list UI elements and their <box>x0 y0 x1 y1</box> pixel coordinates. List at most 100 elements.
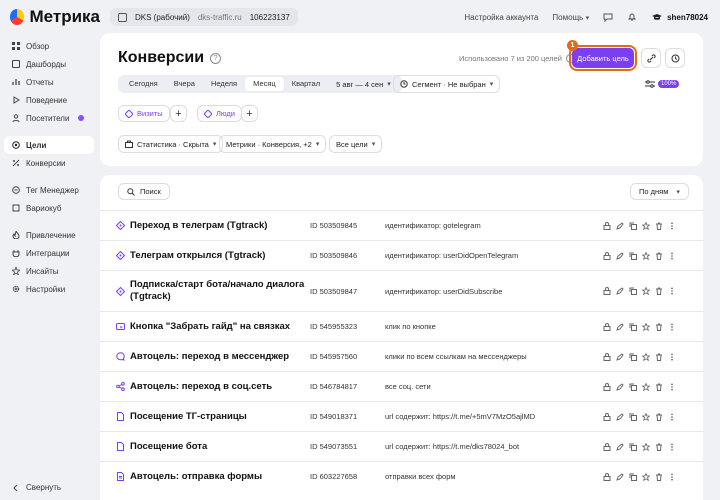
table-row[interactable]: Автоцель: переход в мессенджер ID 545957… <box>100 341 703 371</box>
sidebar-item-acquisition[interactable]: Привлечение <box>4 226 94 244</box>
edit-icon[interactable] <box>616 322 624 331</box>
more-icon[interactable] <box>668 287 676 295</box>
sidebar-item-settings[interactable]: Настройки <box>4 280 94 298</box>
lock-icon[interactable] <box>603 382 611 391</box>
edit-icon[interactable] <box>616 412 624 421</box>
lock-icon[interactable] <box>603 472 611 481</box>
lock-icon[interactable] <box>603 442 611 451</box>
duplicate-icon[interactable] <box>629 252 637 260</box>
help-menu[interactable]: Помощь ▾ <box>552 13 589 22</box>
lock-icon[interactable] <box>603 251 611 260</box>
more-icon[interactable] <box>668 443 676 451</box>
delete-icon[interactable] <box>655 413 663 421</box>
sidebar-item-behavior[interactable]: Поведение <box>4 91 94 109</box>
goal-name[interactable]: Телеграм открылся (Tgtrack) <box>130 250 310 262</box>
history-button[interactable] <box>665 48 685 68</box>
delete-icon[interactable] <box>655 473 663 481</box>
add-people-filter-button[interactable]: + <box>241 105 258 122</box>
table-row[interactable]: Подписка/старт бота/начало диалога (Tgtr… <box>100 270 703 311</box>
more-icon[interactable] <box>668 383 676 391</box>
delete-icon[interactable] <box>655 287 663 295</box>
bell-icon[interactable] <box>627 12 637 22</box>
goal-name[interactable]: Подписка/старт бота/начало диалога (Tgtr… <box>130 279 310 303</box>
lock-icon[interactable] <box>603 287 611 295</box>
duplicate-icon[interactable] <box>629 323 637 331</box>
chat-icon[interactable] <box>603 12 613 22</box>
logo[interactable]: Метрика <box>10 7 100 27</box>
group-by-dropdown[interactable]: По дням ▾ <box>630 183 689 200</box>
account-settings-link[interactable]: Настройка аккаунта <box>464 13 538 22</box>
edit-icon[interactable] <box>616 221 624 230</box>
visits-chip[interactable]: Визиты <box>118 105 170 122</box>
delete-icon[interactable] <box>655 252 663 260</box>
sidebar-item-tag-manager[interactable]: Тег Менеджер <box>4 181 94 199</box>
segment-selector[interactable]: Сегмент · Не выбран ▾ <box>393 75 501 93</box>
duplicate-icon[interactable] <box>629 413 637 421</box>
delete-icon[interactable] <box>655 353 663 361</box>
star-icon[interactable] <box>642 322 650 331</box>
more-icon[interactable] <box>668 473 676 481</box>
table-row[interactable]: Кнопка "Забрать гайд" на связках ID 5459… <box>100 311 703 341</box>
goal-name[interactable]: Посещение бота <box>130 441 310 453</box>
star-icon[interactable] <box>642 251 650 260</box>
edit-icon[interactable] <box>616 287 624 295</box>
add-goal-button[interactable]: Добавить цель <box>569 45 637 71</box>
duplicate-icon[interactable] <box>629 353 637 361</box>
table-row[interactable]: Переход в телеграм (Tgtrack) ID 50350984… <box>100 210 703 240</box>
statistics-dropdown[interactable]: Статистика · Скрыта ▾ <box>118 135 224 153</box>
more-icon[interactable] <box>668 222 676 230</box>
star-icon[interactable] <box>642 352 650 361</box>
sidebar-item-conversions[interactable]: Конверсии <box>4 154 94 172</box>
delete-icon[interactable] <box>655 222 663 230</box>
goals-filter-dropdown[interactable]: Все цели ▾ <box>329 135 383 153</box>
goal-name[interactable]: Автоцель: переход в соц.сеть <box>130 381 310 393</box>
edit-icon[interactable] <box>616 352 624 361</box>
lock-icon[interactable] <box>603 221 611 230</box>
more-icon[interactable] <box>668 353 676 361</box>
sidebar-item-visitors[interactable]: Посетители <box>4 109 94 127</box>
period-tab-yesterday[interactable]: Вчера <box>166 77 203 91</box>
duplicate-icon[interactable] <box>629 222 637 230</box>
sidebar-item-integrations[interactable]: Интеграции <box>4 244 94 262</box>
sidebar-item-variocube[interactable]: Вариокуб <box>4 199 94 217</box>
period-tab-today[interactable]: Сегодня <box>121 77 166 91</box>
star-icon[interactable] <box>642 382 650 391</box>
duplicate-icon[interactable] <box>629 443 637 451</box>
sidebar-item-reports[interactable]: Отчеты <box>4 73 94 91</box>
star-icon[interactable] <box>642 472 650 481</box>
table-row[interactable]: Посещение ТГ-страницы ID 549018371 url с… <box>100 401 703 431</box>
star-icon[interactable] <box>642 221 650 230</box>
sidebar-item-dashboards[interactable]: Дашборды <box>4 55 94 73</box>
sampling-button[interactable]: 100% <box>645 76 681 92</box>
lock-icon[interactable] <box>603 412 611 421</box>
people-chip[interactable]: Люди <box>197 105 242 122</box>
goal-name[interactable]: Кнопка "Забрать гайд" на связках <box>130 321 310 333</box>
more-icon[interactable] <box>668 323 676 331</box>
lock-icon[interactable] <box>603 352 611 361</box>
period-tab-month[interactable]: Месяц <box>245 77 284 91</box>
collapse-sidebar-button[interactable]: Свернуть <box>12 483 61 492</box>
delete-icon[interactable] <box>655 323 663 331</box>
star-icon[interactable] <box>642 287 650 295</box>
goal-name[interactable]: Автоцель: переход в мессенджер <box>130 351 310 363</box>
duplicate-icon[interactable] <box>629 473 637 481</box>
period-tab-quarter[interactable]: Квартал <box>284 77 328 91</box>
date-range-picker[interactable]: 5 авг — 4 сен ▾ <box>328 80 399 89</box>
period-tab-week[interactable]: Неделя <box>203 77 245 91</box>
goal-name[interactable]: Переход в телеграм (Tgtrack) <box>130 220 310 232</box>
sidebar-item-overview[interactable]: Обзор <box>4 37 94 55</box>
goal-name[interactable]: Посещение ТГ-страницы <box>130 411 310 423</box>
table-row[interactable]: Автоцель: отправка формы ID 603227658 от… <box>100 461 703 491</box>
more-icon[interactable] <box>668 413 676 421</box>
edit-icon[interactable] <box>616 382 624 391</box>
table-row[interactable]: Автоцель: переход в соц.сеть ID 54678481… <box>100 371 703 401</box>
delete-icon[interactable] <box>655 443 663 451</box>
info-icon[interactable]: ? <box>210 52 222 64</box>
star-icon[interactable] <box>642 442 650 451</box>
edit-icon[interactable] <box>616 251 624 260</box>
goal-name[interactable]: Автоцель: отправка формы <box>130 471 310 483</box>
table-row[interactable]: Телеграм открылся (Tgtrack) ID 503509846… <box>100 240 703 270</box>
sidebar-item-insights[interactable]: Инсайты <box>4 262 94 280</box>
counter-selector[interactable]: DKS (рабочий) dks-traffic.ru 106223137 <box>110 8 298 26</box>
table-row[interactable]: Посещение бота ID 549073551 url содержит… <box>100 431 703 461</box>
